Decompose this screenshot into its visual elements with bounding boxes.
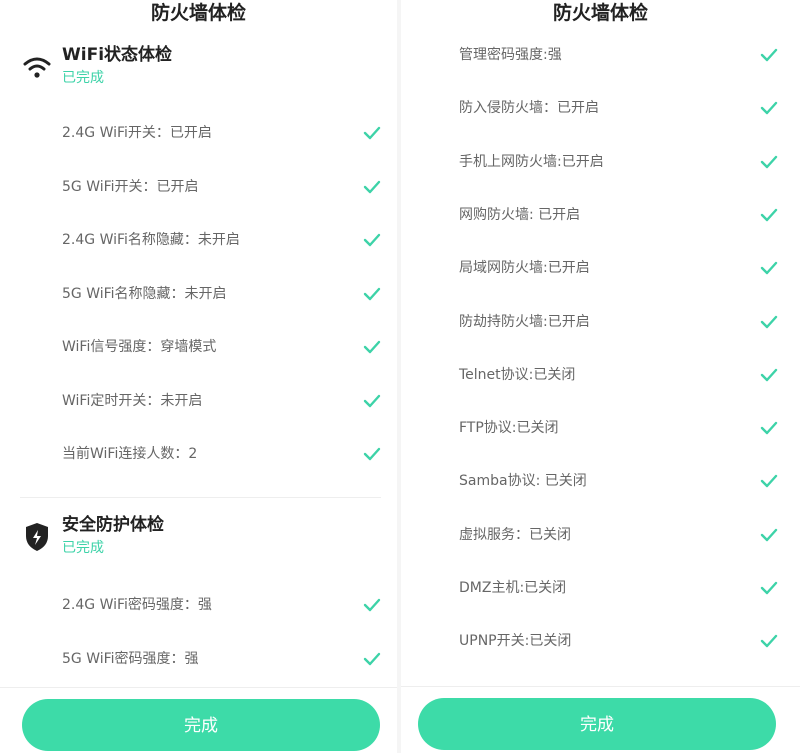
- wifi-section-header: WiFi状态体检 已完成: [20, 42, 377, 94]
- check-item: 2.4G WiFi密码强度：强: [62, 593, 381, 617]
- check-item: Samba协议: 已关闭: [459, 469, 778, 493]
- right-panel: 防火墙体检 管理密码强度:强防入侵防火墙：已开启 手机上网防火墙:已开启 网购防火墙…: [401, 0, 800, 753]
- check-item-label: 防劫持防火墙:已开启: [459, 313, 590, 330]
- check-item-label: 防入侵防火墙：已开启: [459, 100, 599, 117]
- check-item-label: DMZ主机:已关闭: [459, 580, 567, 596]
- check-item: 虚拟服务：已关闭: [459, 523, 778, 547]
- check-icon: [363, 652, 381, 666]
- check-icon: [760, 102, 778, 115]
- section-title: WiFi状态体检: [62, 45, 173, 65]
- check-icon: [760, 155, 778, 168]
- check-item-label: 5G WiFi密码强度：强: [62, 651, 199, 667]
- check-item-label: 2.4G WiFi名称隐藏：未开启: [62, 232, 240, 248]
- check-icon: [760, 528, 778, 541]
- security-section-header: 安全防护体检 已完成: [20, 512, 377, 564]
- check-item-label: 5G WiFi名称隐藏：未开启: [62, 285, 227, 302]
- wifi-icon: [20, 50, 54, 84]
- section-title: 安全防护体检: [62, 515, 164, 535]
- check-item: 当前WiFi连接人数：2: [62, 442, 381, 466]
- check-icon: [760, 635, 778, 648]
- check-item: FTP协议:已关闭: [459, 416, 778, 440]
- check-item: 2.4G WiFi名称隐藏：未开启: [62, 228, 381, 252]
- check-item: WiFi定时开关：未开启: [62, 389, 381, 413]
- check-icon: [760, 315, 778, 328]
- done-button[interactable]: 完成: [22, 699, 380, 751]
- check-icon: [363, 126, 381, 140]
- done-button[interactable]: 完成: [418, 698, 776, 750]
- check-icon: [760, 421, 778, 435]
- check-item-label: 局域网防火墙:已开启: [459, 260, 590, 277]
- check-item: DMZ主机:已关闭: [459, 576, 778, 600]
- check-item-label: Samba协议: 已关闭: [459, 473, 587, 490]
- check-item-label: 网购防火墙: 已开启: [459, 206, 581, 223]
- footer-divider: [0, 687, 397, 688]
- check-item: 管理密码强度:强: [459, 43, 778, 67]
- check-item: 网购防火墙: 已开启: [459, 203, 778, 227]
- check-icon: [760, 475, 778, 488]
- check-item: Telnet协议:已关闭: [459, 363, 778, 387]
- check-item-label: 2.4G WiFi密码强度：强: [62, 597, 212, 613]
- check-item-label: WiFi信号强度：穿墙模式: [62, 339, 217, 355]
- check-icon: [363, 180, 381, 193]
- check-item-label: WiFi定时开关：未开启: [62, 392, 203, 409]
- check-item: 5G WiFi密码强度：强: [62, 647, 381, 671]
- page-title: 防火墙体检: [150, 2, 246, 24]
- check-icon: [363, 394, 381, 407]
- check-item: UPNP开关:已关闭: [459, 629, 778, 653]
- check-item: WiFi信号强度：穿墙模式: [62, 335, 381, 359]
- page-title: 防火墙体检: [552, 2, 648, 24]
- shield-bolt-icon: [20, 520, 54, 554]
- check-item: 局域网防火墙:已开启: [459, 256, 778, 280]
- check-item: 手机上网防火墙:已开启: [459, 150, 778, 174]
- left-panel: 防火墙体检 WiFi状态体检 已完成 2.4G WiFi开关：已开启 5G WiF…: [0, 0, 397, 753]
- check-icon: [363, 340, 381, 354]
- section-divider: [20, 497, 381, 498]
- check-item-label: UPNP开关:已关闭: [459, 633, 572, 650]
- check-item: 防入侵防火墙：已开启: [459, 96, 778, 120]
- check-item-label: FTP协议:已关闭: [459, 420, 559, 437]
- check-icon: [363, 233, 381, 247]
- check-item: 5G WiFi名称隐藏：未开启: [62, 282, 381, 306]
- footer-divider: [401, 686, 800, 687]
- check-item-label: 5G WiFi开关：已开启: [62, 178, 199, 195]
- check-icon: [760, 368, 778, 381]
- check-icon: [760, 581, 778, 595]
- check-item-label: 管理密码强度:强: [459, 47, 562, 63]
- check-icon: [760, 208, 778, 222]
- check-icon: [363, 447, 381, 461]
- check-item: 防劫持防火墙:已开启: [459, 310, 778, 334]
- check-item-label: 手机上网防火墙:已开启: [459, 153, 604, 170]
- check-icon: [363, 598, 381, 612]
- check-item-label: 2.4G WiFi开关：已开启: [62, 125, 212, 141]
- check-item: 5G WiFi开关：已开启: [62, 175, 381, 199]
- section-status: 已完成: [62, 540, 104, 556]
- check-icon: [363, 287, 381, 300]
- check-item-label: 虚拟服务：已关闭: [459, 526, 571, 543]
- check-icon: [760, 48, 778, 62]
- check-icon: [760, 261, 778, 275]
- check-item-label: Telnet协议:已关闭: [459, 366, 576, 383]
- check-item: 2.4G WiFi开关：已开启: [62, 121, 381, 145]
- check-item-label: 当前WiFi连接人数：2: [62, 446, 198, 462]
- section-status: 已完成: [62, 70, 104, 86]
